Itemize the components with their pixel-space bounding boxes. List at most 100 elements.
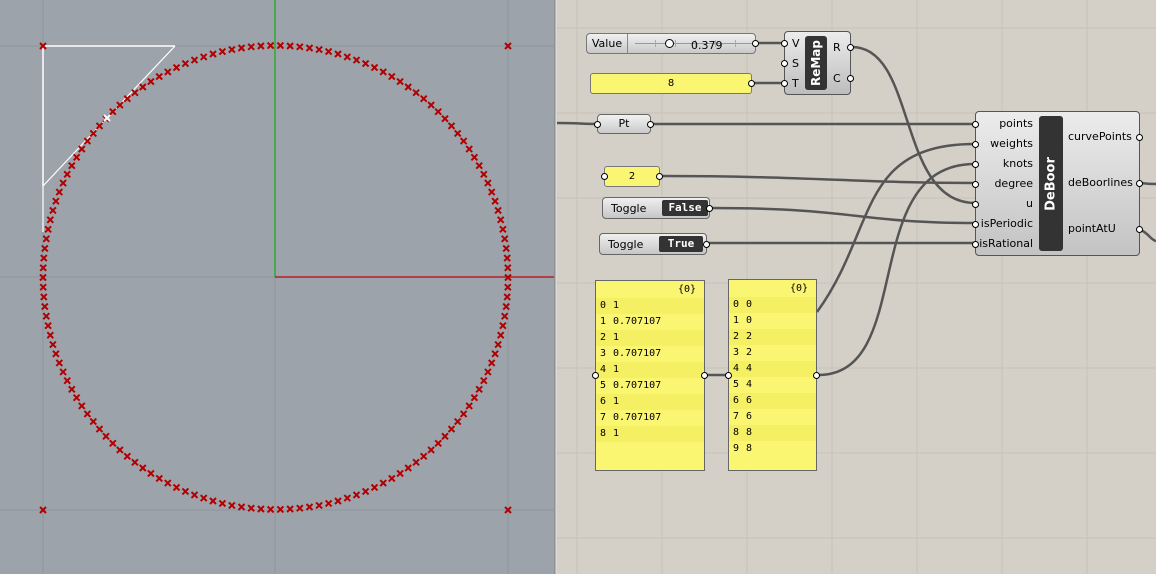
- curve-point: [305, 503, 314, 511]
- curve-point: [484, 179, 492, 187]
- point-param-output-port[interactable]: [647, 121, 654, 128]
- curve-point: [441, 114, 449, 123]
- weights-row-index: 1: [600, 316, 607, 327]
- toggle-rational-value[interactable]: True: [659, 236, 703, 252]
- knots-row-value: 8: [746, 443, 753, 454]
- curve-point: [465, 402, 473, 410]
- remap-output-port-c[interactable]: [847, 75, 854, 82]
- curve-point: [199, 494, 208, 502]
- curve-point: [59, 179, 67, 187]
- remap-component[interactable]: V S T ReMap R C: [781, 31, 854, 95]
- deboor-input-port-weights[interactable]: [972, 141, 979, 148]
- curve-point: [453, 129, 462, 138]
- deboor-input-port-u[interactable]: [972, 201, 979, 208]
- weights-panel-input-port[interactable]: [592, 372, 599, 379]
- weights-row-value: 0.707107: [613, 316, 662, 327]
- curve-point: [352, 56, 361, 64]
- knots-row-index: 4: [733, 363, 740, 374]
- curve-point: [44, 225, 52, 234]
- remap-input-label-v: V: [792, 37, 800, 50]
- remap-title-block[interactable]: ReMap: [805, 36, 827, 90]
- knots-panel-input-port[interactable]: [725, 372, 732, 379]
- curve-point: [155, 72, 163, 81]
- curve-point: [46, 331, 55, 339]
- toggle-periodic-output-port[interactable]: [706, 205, 713, 212]
- weights-panel[interactable]: {0} 0 1 1 0.707107 2 1 3 0.707107 4 1 5 0.707107 6 1 7…: [592, 280, 708, 471]
- remap-input-port-v[interactable]: [781, 40, 788, 47]
- knots-panel[interactable]: {0} 00102232445466768898: [725, 279, 820, 471]
- weights-row-value: 1: [613, 300, 620, 311]
- remap-output-port-r[interactable]: [847, 44, 854, 51]
- curve-point: [487, 188, 496, 196]
- deboor-output-port-deboorlines[interactable]: [1136, 180, 1143, 187]
- weights-row-index: 8: [600, 428, 607, 439]
- deboor-component[interactable]: points weights knots degree u isPeriodic…: [972, 111, 1143, 256]
- deboor-input-label-isperiodic: isPeriodic: [980, 217, 1033, 230]
- number-panel[interactable]: 8: [590, 73, 755, 94]
- curve-point: [343, 494, 352, 502]
- point-param[interactable]: Pt: [594, 114, 654, 134]
- curve-point: [361, 487, 370, 496]
- deboor-input-port-points[interactable]: [972, 121, 979, 128]
- toggle-periodic-value[interactable]: False: [662, 200, 708, 216]
- toggle-periodic[interactable]: Toggle False: [602, 197, 713, 219]
- curve-point: [494, 340, 502, 349]
- viewport-scene: [0, 0, 554, 574]
- deboor-input-port-isperiodic[interactable]: [972, 221, 979, 228]
- knots-panel-output-port[interactable]: [813, 372, 820, 379]
- weights-panel-output-port[interactable]: [701, 372, 708, 379]
- deboor-input-port-degree[interactable]: [972, 181, 979, 188]
- slider-track[interactable]: 0.379: [635, 38, 753, 52]
- knots-row-value: 0: [746, 315, 753, 326]
- curve-point: [496, 331, 505, 339]
- curve-point: [257, 505, 265, 513]
- curve-point: [500, 312, 509, 320]
- knots-row-index: 7: [733, 411, 740, 422]
- curve-point: [59, 368, 67, 376]
- weights-row-index: 7: [600, 412, 607, 423]
- deboor-input-port-isrational[interactable]: [972, 241, 979, 248]
- degree-panel-output-port[interactable]: [656, 173, 663, 180]
- degree-panel[interactable]: 2: [601, 166, 663, 187]
- weights-row-index: 3: [600, 348, 607, 359]
- rhino-viewport[interactable]: [0, 0, 554, 574]
- grasshopper-canvas[interactable]: Value 0.379 8 V S T ReMap R C Pt 2 Toggl…: [557, 0, 1156, 574]
- weights-row-index: 6: [600, 396, 607, 407]
- remap-output-label-c: C: [833, 72, 841, 85]
- curve-point: [78, 145, 86, 153]
- curve-point: [123, 452, 132, 461]
- toggle-rational-output-port[interactable]: [703, 241, 710, 248]
- curve-point: [427, 101, 435, 109]
- knots-row: 32: [729, 345, 816, 361]
- point-param-input-port[interactable]: [594, 121, 601, 128]
- curve-point: [55, 188, 64, 196]
- curve-point: [276, 505, 285, 514]
- deboor-output-port-curvepoints[interactable]: [1136, 134, 1143, 141]
- degree-panel-input-port[interactable]: [601, 173, 608, 180]
- curve-point: [324, 499, 333, 508]
- curve-point: [116, 101, 124, 109]
- weights-row: 41: [596, 362, 704, 378]
- slider-knob[interactable]: [665, 39, 674, 48]
- weights-row-value: 1: [613, 428, 620, 439]
- curve-point: [453, 417, 462, 426]
- remap-input-port-t[interactable]: [781, 80, 788, 87]
- deboor-input-label-isrational: isRational: [979, 237, 1033, 250]
- curve-point: [181, 59, 190, 68]
- slider-output-port[interactable]: [752, 40, 759, 47]
- remap-input-port-s[interactable]: [781, 60, 788, 67]
- number-panel-output-port[interactable]: [748, 80, 755, 87]
- deboor-output-port-pointatu[interactable]: [1136, 226, 1143, 233]
- number-slider[interactable]: Value 0.379: [586, 33, 759, 54]
- wire-deboor-out-2: [1140, 228, 1156, 243]
- slider-tick: [655, 40, 656, 47]
- curve-point: [155, 474, 164, 483]
- toggle-rational[interactable]: Toggle True: [599, 233, 710, 255]
- deboor-input-port-knots[interactable]: [972, 161, 979, 168]
- knots-row: 76: [729, 409, 816, 425]
- curve-point: [491, 197, 499, 205]
- knots-row-value: 2: [746, 331, 753, 342]
- deboor-title-block[interactable]: DeBoor: [1039, 116, 1063, 251]
- curve-point: [343, 53, 352, 61]
- curve-point: [404, 464, 412, 472]
